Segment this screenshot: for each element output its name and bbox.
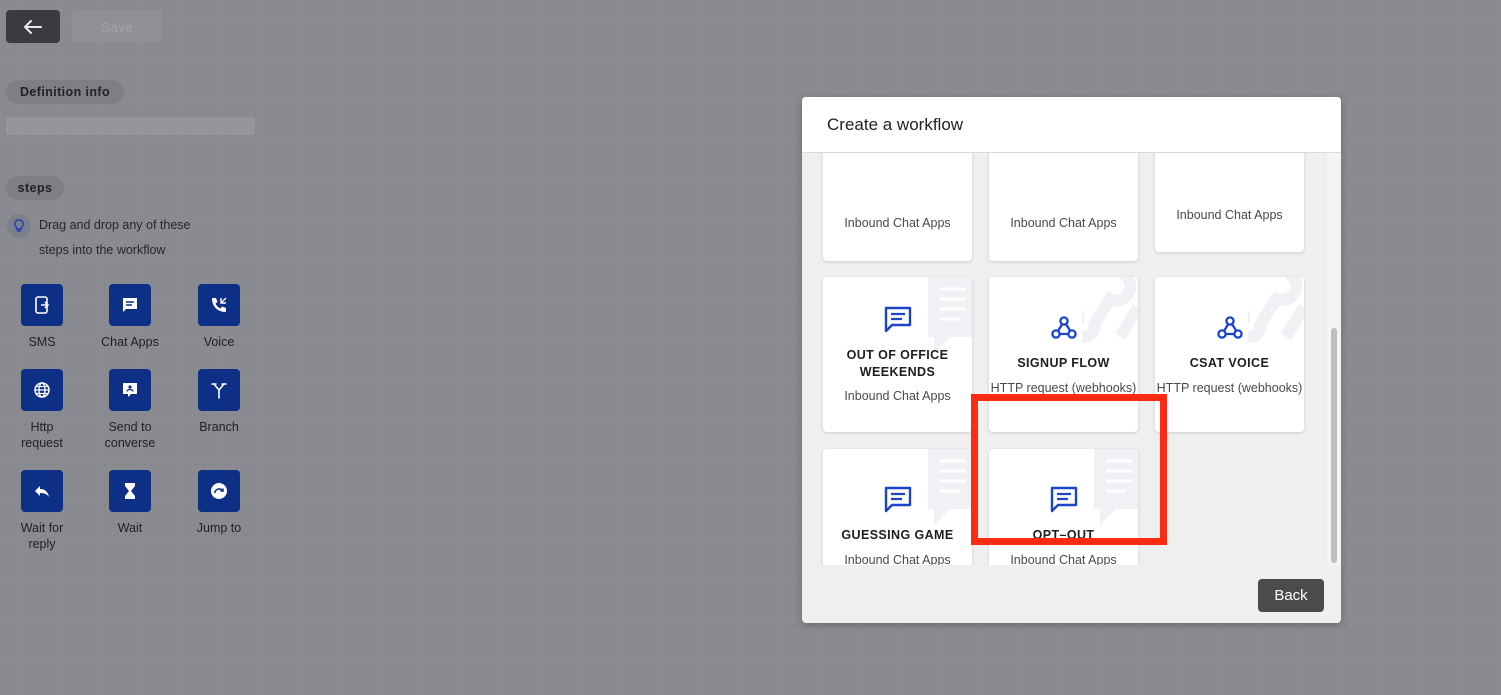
modal-scrollbar[interactable] (1327, 153, 1341, 565)
step-http-request[interactable]: Http request (2, 369, 82, 451)
card-title: SIGNUP FLOW (1017, 356, 1110, 370)
card-subtitle: Inbound Chat Apps (1010, 216, 1117, 230)
card-subtitle: Inbound Chat Apps (1010, 553, 1117, 565)
step-jump-label: Jump to (196, 521, 242, 535)
card-subtitle: Inbound Chat Apps (844, 216, 951, 230)
template-card-guessing-game[interactable]: GUESSING GAME Inbound Chat Apps (823, 449, 972, 565)
chat-icon (109, 284, 151, 326)
template-card-out-of-office[interactable]: OUT OF OFFICE WEEKENDS Inbound Chat Apps (823, 277, 972, 432)
modal-header: Create a workflow (802, 97, 1341, 153)
modal-title: Create a workflow (827, 114, 964, 134)
card-title: GUESSING GAME (841, 528, 954, 542)
arrow-left-icon (24, 19, 42, 34)
converse-icon (109, 369, 151, 411)
card-title: CSAT VOICE (1189, 356, 1270, 370)
step-http-label-line-1: Http (30, 420, 54, 434)
step-http-label: Http request (21, 419, 63, 451)
step-jump-to[interactable]: Jump to (179, 470, 259, 536)
definition-info-field[interactable] (6, 117, 255, 135)
reply-icon (21, 470, 63, 512)
definition-info-pill[interactable]: Definition info (6, 80, 124, 104)
step-converse-label: Send to converse (105, 419, 156, 451)
step-converse-label-line-1: Send to (108, 420, 152, 434)
card-subtitle: HTTP request (webhooks) (1156, 381, 1303, 395)
step-reply-label-line-1: Wait for (20, 521, 64, 535)
branch-icon (198, 369, 240, 411)
step-branch-label: Branch (199, 420, 239, 434)
lightbulb-icon (7, 214, 31, 238)
step-chat-apps-label: Chat Apps (101, 335, 159, 349)
step-wait[interactable]: Wait (90, 470, 170, 536)
step-sms[interactable]: SMS (2, 284, 82, 350)
step-voice-label: Voice (203, 335, 235, 349)
step-chat-apps[interactable]: Chat Apps (90, 284, 170, 350)
step-voice[interactable]: Voice (179, 284, 259, 350)
card-subtitle: Inbound Chat Apps (844, 389, 951, 403)
webhook-icon (989, 315, 1138, 341)
modal-back-button[interactable]: Back (1258, 579, 1324, 612)
sms-icon (21, 284, 63, 326)
step-send-to-converse[interactable]: Send to converse (90, 369, 170, 451)
template-card-partial-2[interactable]: Inbound Chat Apps (989, 153, 1138, 261)
card-title-line-1: OUT OF OFFICE (846, 348, 949, 362)
chat-message-icon (823, 486, 972, 513)
step-reply-label: Wait for reply (21, 520, 64, 552)
modal-scrollbar-thumb[interactable] (1331, 328, 1337, 563)
card-title-line-2: WEEKENDS (859, 365, 936, 379)
card-subtitle: Inbound Chat Apps (1176, 208, 1283, 222)
globe-icon (21, 369, 63, 411)
card-title: OUT OF OFFICE WEEKENDS (823, 347, 972, 381)
chat-message-icon (823, 306, 972, 333)
template-card-partial-1[interactable]: Inbound Chat Apps (823, 153, 972, 261)
step-branch[interactable]: Branch (179, 369, 259, 435)
save-button[interactable]: Save (72, 10, 162, 43)
webhook-icon (1155, 315, 1304, 341)
hint-line-2: steps into the workflow (39, 243, 166, 257)
steps-pill: steps (6, 176, 64, 200)
step-http-label-line-2: request (21, 436, 63, 450)
back-button[interactable] (6, 10, 60, 43)
card-subtitle: Inbound Chat Apps (844, 553, 951, 565)
highlight-box (971, 394, 1167, 545)
hourglass-icon (109, 470, 151, 512)
step-wait-for-reply[interactable]: Wait for reply (2, 470, 82, 552)
phone-icon (198, 284, 240, 326)
step-sms-label: SMS (28, 335, 56, 349)
card-subtitle: HTTP request (webhooks) (990, 381, 1137, 395)
template-card-partial-3[interactable]: Inbound Chat Apps (1155, 153, 1304, 252)
step-wait-label: Wait (117, 521, 143, 535)
step-converse-label-line-2: converse (104, 436, 156, 450)
template-card-csat-voice[interactable]: CSAT VOICE HTTP request (webhooks) (1155, 277, 1304, 432)
jump-icon (198, 470, 240, 512)
hint-line-1: Drag and drop any of these (39, 218, 191, 232)
step-reply-label-line-2: reply (28, 537, 56, 551)
steps-hint: Drag and drop any of these steps into th… (7, 214, 247, 263)
